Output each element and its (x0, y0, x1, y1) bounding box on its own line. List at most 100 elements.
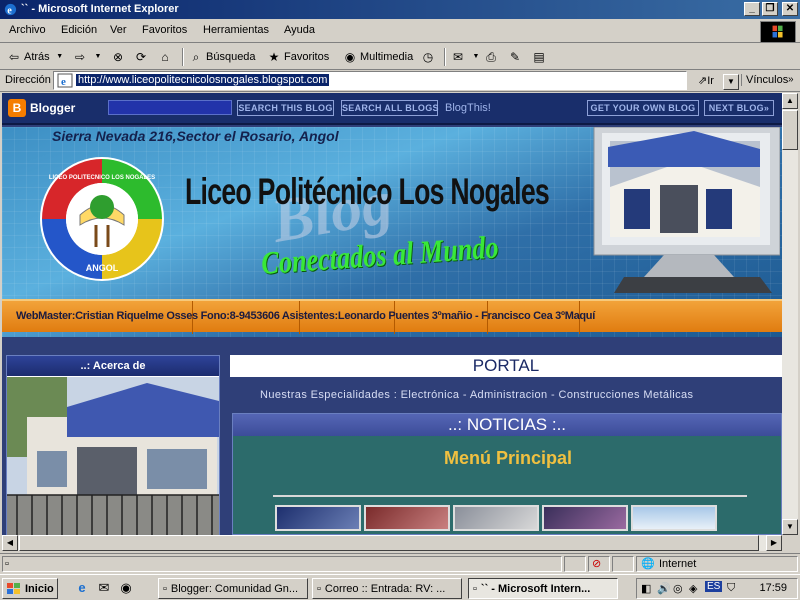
page-viewport: B Blogger SEARCH THIS BLOG SEARCH ALL BL… (2, 93, 782, 535)
go-arrow-icon: ⇗ (698, 75, 708, 87)
school-building-photo (7, 377, 219, 535)
search-this-blog-button[interactable]: SEARCH THIS BLOG (237, 100, 334, 116)
vertical-scroll-thumb[interactable] (782, 110, 798, 150)
links-button[interactable]: Vínculos (741, 74, 788, 86)
blog-header-banner: Sierra Nevada 216,Sector el Rosario, Ang… (2, 127, 782, 337)
window-icon: ▫ (317, 582, 321, 595)
specialties-marquee: Nuestras Especialidades : Electrónica - … (260, 389, 694, 401)
search-button[interactable]: ⌕ Búsqueda (188, 48, 256, 66)
status-cell (564, 556, 586, 572)
maximize-button[interactable]: ❐ (762, 2, 778, 16)
zone-cell: 🌐 Internet (636, 556, 798, 572)
zone-label: Internet (659, 558, 697, 570)
scroll-up-icon[interactable]: ▲ (782, 93, 798, 109)
logo-text-top: LICEO POLITECNICO LOS NOGALES (49, 175, 155, 181)
divider (273, 495, 747, 497)
status-cell: ⊘ (588, 556, 610, 572)
task-blogger[interactable]: ▫ Blogger: Comunidad Gn... (158, 578, 308, 599)
stop-icon: ⊗ (112, 50, 124, 64)
network-icon[interactable]: ◎ (673, 582, 683, 595)
ie-app-icon[interactable]: e (3, 2, 18, 17)
blogger-icon: B (8, 99, 26, 117)
menu-archivo[interactable]: Archivo (9, 24, 46, 36)
language-indicator[interactable]: ES (705, 581, 723, 592)
discuss-icon: ▤ (533, 50, 545, 64)
blogthis-link[interactable]: BlogThis! (445, 102, 491, 114)
news-title: ..: NOTICIAS :.. (233, 414, 781, 436)
next-blog-button[interactable]: NEXT BLOG» (704, 100, 774, 116)
quicklaunch-ie-icon[interactable]: e (74, 580, 90, 596)
popup-blocked-icon[interactable]: ⊘ (592, 557, 601, 571)
tray-icon[interactable]: ◈ (689, 582, 697, 595)
address-dropdown-icon[interactable]: ▼ (723, 74, 739, 90)
address-label: Dirección (5, 74, 51, 86)
task-correo[interactable]: ▫ Correo :: Entrada: RV: ... (312, 578, 462, 599)
close-button[interactable]: ✕ (782, 2, 798, 16)
credits-text: WebMaster:Cristian Riquelme Osses Fono:8… (16, 310, 595, 322)
edit-button[interactable]: ✎ (507, 48, 523, 66)
back-label: Atrás (24, 51, 50, 63)
horizontal-scrollbar[interactable]: ◀ ▶ (2, 535, 782, 551)
back-arrow-icon: ⇦ (8, 50, 20, 64)
chevron-down-icon[interactable]: ▼ (468, 49, 484, 65)
chevron-down-icon[interactable]: ▼ (52, 49, 68, 65)
address-url[interactable]: http://www.liceopolitecnicolosnogales.bl… (76, 74, 330, 86)
forward-arrow-icon: ⇨ (74, 50, 86, 64)
toolbar-separator (182, 48, 184, 66)
news-thumbnail[interactable] (364, 505, 450, 531)
refresh-button[interactable]: ⟳ (133, 48, 149, 66)
windows-flag-icon (7, 582, 20, 594)
stop-button[interactable]: ⊗ (110, 48, 126, 66)
home-button[interactable]: ⌂ (157, 48, 173, 66)
window-icon: ▫ (163, 582, 167, 595)
shield-icon[interactable]: ⛉ (727, 582, 735, 595)
news-thumbnail[interactable] (275, 505, 361, 531)
back-button[interactable]: ⇦ Atrás ▼ (6, 48, 68, 66)
portal-heading: PORTAL (230, 355, 782, 377)
news-thumbnail[interactable] (631, 505, 717, 531)
menu-herramientas[interactable]: Herramientas (203, 24, 269, 36)
blogger-logo[interactable]: B Blogger (8, 99, 75, 117)
task-label: `` - Microsoft Intern... (480, 582, 591, 595)
mail-button[interactable]: ✉ ▼ (450, 48, 484, 66)
go-button[interactable]: ⇗Ir (698, 74, 714, 87)
links-chevron-icon[interactable]: » (788, 74, 794, 85)
news-thumbnail[interactable] (542, 505, 628, 531)
print-button[interactable]: ⎙ (483, 48, 499, 66)
get-own-blog-button[interactable]: GET YOUR OWN BLOG (587, 100, 699, 116)
forward-button[interactable]: ⇨ ▼ (72, 48, 106, 66)
blogger-search-input[interactable] (108, 100, 232, 115)
school-name-title: Liceo Politécnico Los Nogales (185, 171, 550, 212)
news-thumbnail[interactable] (453, 505, 539, 531)
search-all-blogs-button[interactable]: SEARCH ALL BLOGS (341, 100, 439, 116)
menu-favoritos[interactable]: Favoritos (142, 24, 187, 36)
scroll-left-icon[interactable]: ◀ (2, 535, 18, 551)
status-bar: ▫ ⊘ 🌐 Internet (0, 553, 800, 573)
menu-ver[interactable]: Ver (110, 24, 127, 36)
scroll-right-icon[interactable]: ▶ (766, 535, 782, 551)
search-icon: ⌕ (192, 50, 200, 64)
history-button[interactable]: ◷ (420, 48, 436, 66)
start-button[interactable]: Inicio (2, 578, 58, 599)
scroll-down-icon[interactable]: ▼ (782, 519, 798, 535)
discuss-button[interactable]: ▤ (531, 48, 547, 66)
mail-icon: ✉ (452, 50, 464, 64)
tray-icon[interactable]: ◧ (641, 582, 651, 595)
about-title: ..: Acerca de (7, 356, 219, 376)
task-internet-explorer[interactable]: ▫ `` - Microsoft Intern... (468, 578, 618, 599)
address-input[interactable]: e http://www.liceopolitecnicolosnogales.… (53, 71, 739, 90)
favorites-button[interactable]: ★ Favoritos (266, 48, 330, 66)
multimedia-button[interactable]: ◉ Multimedia (342, 48, 413, 66)
system-tray: ◧ 🔊 ◎ ◈ ES ⛉ 17:59 (636, 578, 798, 599)
chevron-down-icon[interactable]: ▼ (90, 49, 106, 65)
menu-ayuda[interactable]: Ayuda (284, 24, 315, 36)
quicklaunch-outlook-icon[interactable]: ✉ (96, 580, 112, 596)
volume-icon[interactable]: 🔊 (657, 582, 671, 595)
quicklaunch-media-icon[interactable]: ◉ (118, 580, 134, 596)
horizontal-scroll-thumb[interactable] (19, 535, 759, 551)
vertical-scrollbar[interactable]: ▲ ▼ (782, 93, 798, 535)
blogger-navbar: B Blogger SEARCH THIS BLOG SEARCH ALL BL… (2, 93, 782, 125)
minimize-button[interactable]: _ (744, 2, 760, 16)
menu-edicion[interactable]: Edición (61, 24, 97, 36)
window-icon: ▫ (473, 582, 477, 595)
